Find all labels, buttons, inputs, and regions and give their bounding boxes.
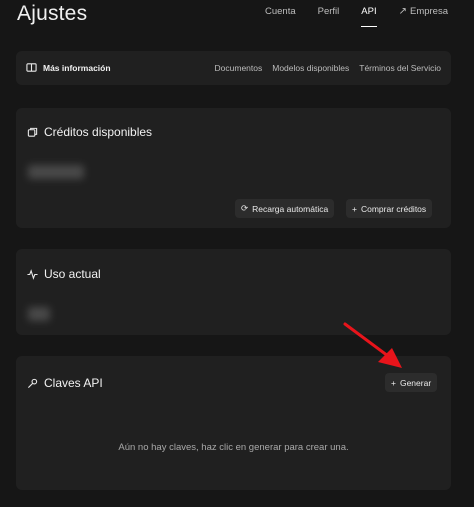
generate-key-button[interactable]: + Generar (385, 373, 438, 392)
usage-title: Uso actual (27, 267, 101, 281)
auto-recharge-button[interactable]: ⟳ Recarga automática (235, 199, 335, 218)
link-terminos[interactable]: Términos del Servicio (359, 63, 441, 73)
info-bar: Más información Documentos Modelos dispo… (16, 51, 451, 85)
link-modelos[interactable]: Modelos disponibles (272, 63, 349, 73)
plus-icon: + (391, 377, 396, 388)
header: Ajustes Cuenta Perfil API ↗ Empresa (0, 0, 474, 32)
credits-card: Créditos disponibles ⟳ Recarga automátic… (16, 108, 451, 228)
buy-credits-label: Comprar créditos (360, 203, 427, 214)
empty-keys-message: Aún no hay claves, haz clic en generar p… (118, 442, 349, 453)
external-link-icon: ↗ (398, 6, 407, 17)
buy-credits-button[interactable]: + Comprar créditos (346, 199, 433, 218)
usage-title-text: Uso actual (44, 267, 101, 281)
activity-icon (27, 268, 38, 280)
coins-icon (27, 127, 38, 138)
link-documentos[interactable]: Documentos (215, 63, 263, 73)
page-title: Ajustes (17, 2, 88, 25)
info-label-text: Más información (43, 62, 111, 73)
tab-api[interactable]: API (361, 6, 377, 27)
keys-title-text: Claves API (44, 376, 103, 390)
plus-icon: + (352, 203, 357, 214)
info-label: Más información (26, 62, 111, 73)
credits-value-redacted (28, 165, 84, 179)
tab-empresa-label: Empresa (409, 6, 448, 17)
annotation-arrow-icon (343, 322, 402, 368)
key-icon (27, 378, 38, 389)
tab-cuenta[interactable]: Cuenta (265, 6, 296, 27)
keys-title: Claves API (27, 376, 103, 390)
book-icon (26, 62, 37, 73)
info-links: Documentos Modelos disponibles Términos … (215, 63, 441, 73)
tab-empresa[interactable]: ↗ Empresa (399, 6, 448, 27)
generate-label: Generar (399, 377, 432, 388)
refresh-icon: ⟳ (241, 203, 249, 213)
credits-title-text: Créditos disponibles (44, 125, 153, 139)
auto-recharge-label: Recarga automática (252, 203, 329, 214)
usage-value-redacted (28, 307, 50, 321)
api-keys-card: Claves API + Generar Aún no hay claves, … (16, 356, 451, 490)
credits-title: Créditos disponibles (27, 125, 152, 139)
tab-bar: Cuenta Perfil API ↗ Empresa (243, 6, 448, 27)
tab-perfil[interactable]: Perfil (318, 6, 340, 27)
